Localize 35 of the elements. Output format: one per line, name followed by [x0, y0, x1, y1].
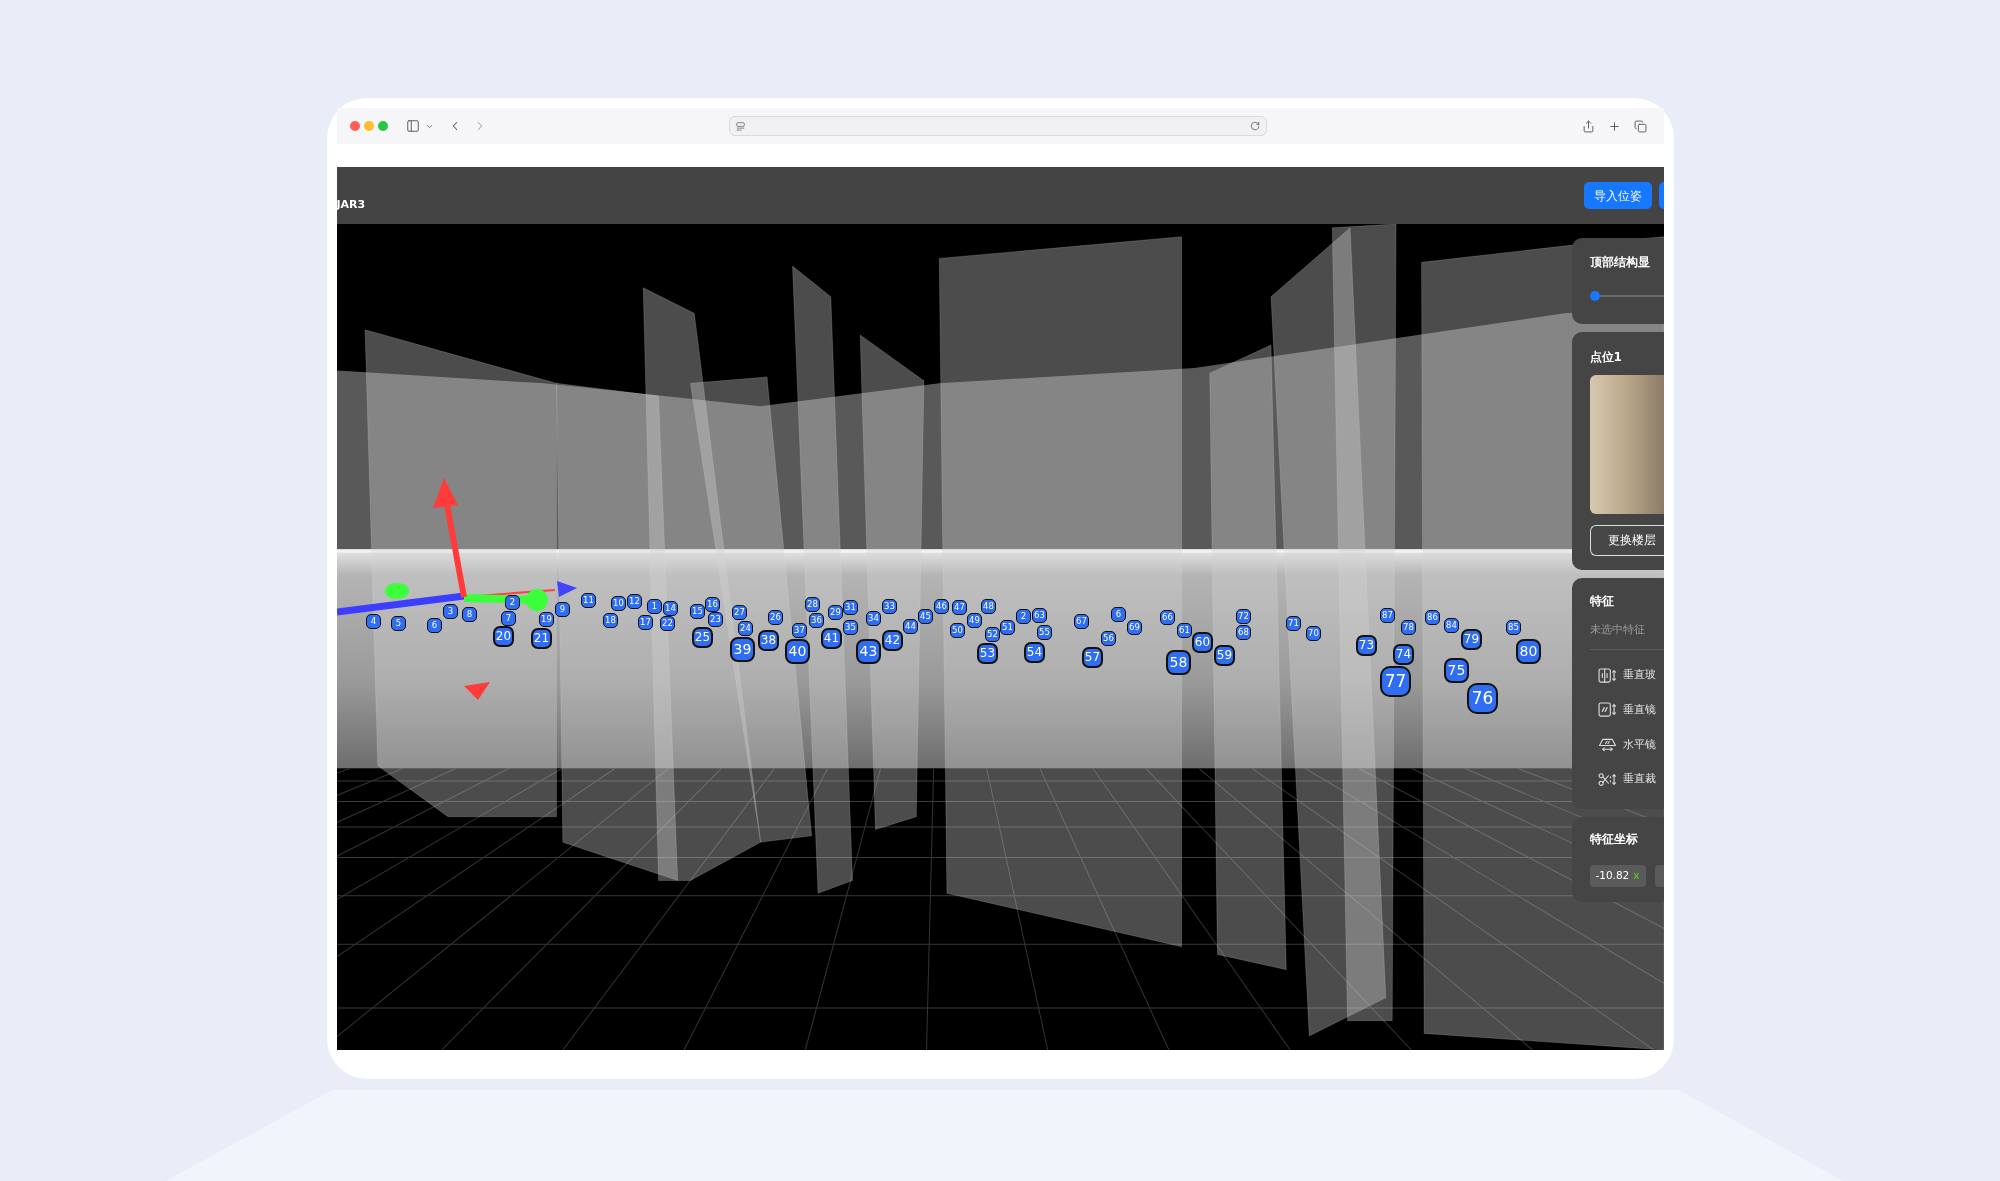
hint-text: 未选中特征 [1589, 622, 1646, 637]
import-button[interactable]: 导入位姿 [1583, 182, 1652, 209]
sidebar-toggle-icon[interactable] [405, 119, 420, 133]
share-icon[interactable] [1581, 119, 1595, 133]
window-close-icon[interactable] [349, 121, 360, 131]
axis-label: x [1633, 868, 1640, 884]
coordinate-value: -10.82 [1595, 868, 1630, 884]
feature-item[interactable]: 垂直玻 [1589, 663, 1664, 687]
section-title: 特征坐标 [1589, 831, 1639, 849]
section-title: 特征 [1589, 593, 1615, 610]
section-title: 顶部结构显 [1589, 254, 1651, 271]
partial-button[interactable] [1658, 182, 1664, 209]
coordinate-field[interactable]: -10.82 x [1589, 865, 1646, 888]
mirror-panel-icon [1597, 702, 1617, 718]
slider-track[interactable] [1589, 291, 1664, 301]
plus-icon[interactable] [1607, 119, 1621, 133]
feature-item[interactable]: 水平镜 [1589, 732, 1664, 757]
scissors-icon [1597, 771, 1617, 787]
horizontal-mirror-icon [1597, 736, 1617, 752]
window-zoom-icon[interactable] [377, 121, 388, 131]
section-title: 点位1 [1589, 349, 1623, 366]
app-title: JAR3 [336, 198, 366, 212]
partial-field[interactable] [1654, 865, 1664, 888]
tabs-icon[interactable] [1633, 119, 1647, 133]
reload-icon[interactable] [1249, 121, 1260, 131]
address-field[interactable] [728, 116, 1267, 136]
change-floor-button[interactable]: 更换楼层 [1589, 525, 1664, 556]
page-icon [735, 121, 745, 131]
feature-item[interactable]: 垂直镜 [1589, 697, 1664, 722]
slider-thumb[interactable] [1589, 291, 1600, 301]
point-marker[interactable]: 20 [493, 625, 514, 647]
axis-gizmo-drawing[interactable] [336, 476, 579, 702]
glass-panel-icon [1597, 667, 1617, 683]
window-minimize-icon[interactable] [363, 121, 374, 131]
feature-item[interactable]: 垂直裁 [1589, 767, 1664, 792]
